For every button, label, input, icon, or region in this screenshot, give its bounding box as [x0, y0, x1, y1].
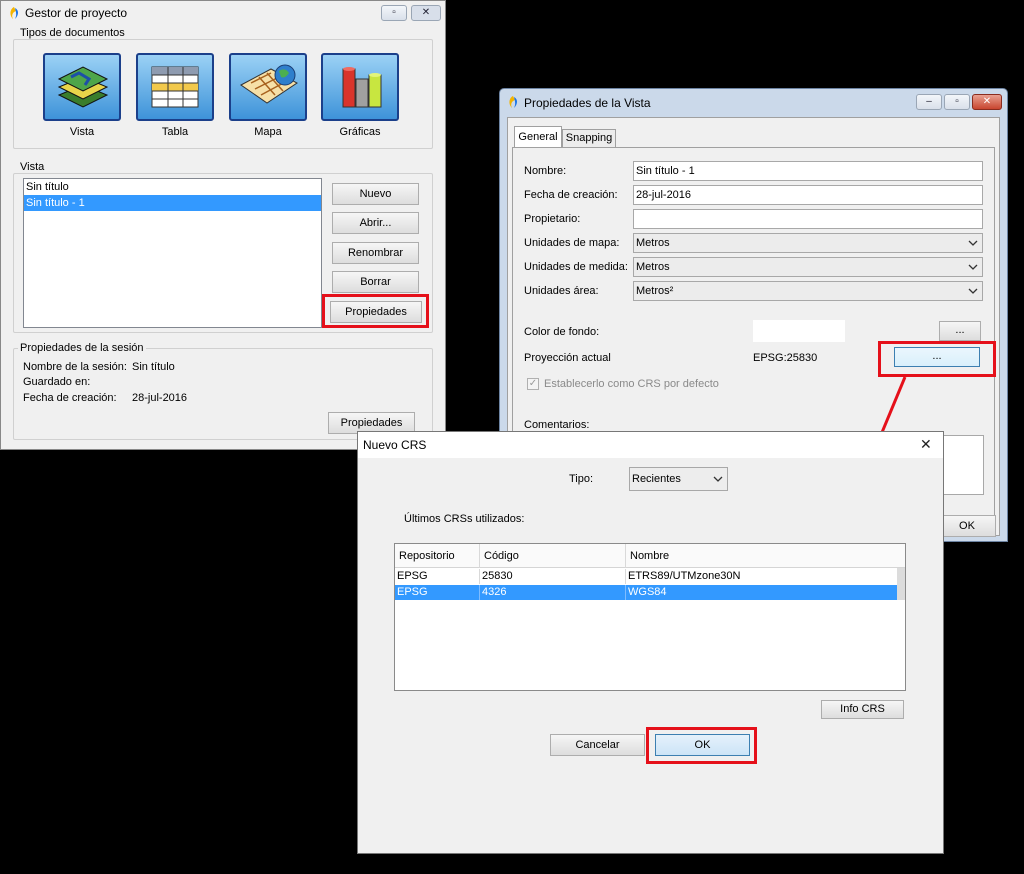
bg-color-label: Color de fondo: [524, 326, 600, 338]
date-label: Fecha de creación: [524, 189, 618, 201]
scrollbar[interactable] [897, 568, 905, 600]
default-crs-label: Establecerlo como CRS por defecto [544, 378, 719, 390]
nuevo-crs-title: Nuevo CRS [363, 438, 427, 452]
chevron-down-icon [713, 476, 723, 482]
graficas-icon[interactable] [321, 53, 399, 121]
list-item[interactable]: Sin título - 1 [24, 195, 321, 211]
tabla-icon[interactable] [136, 53, 214, 121]
tab-snapping[interactable]: Snapping [562, 129, 616, 148]
cell-codigo: 25830 [480, 569, 626, 584]
column-header-codigo[interactable]: Código [480, 544, 626, 568]
session-name-value: Sin título [132, 361, 175, 373]
area-units-value: Metros² [636, 285, 674, 297]
recent-crs-label: Últimos CRSs utilizados: [404, 513, 525, 525]
column-header-nombre[interactable]: Nombre [626, 544, 905, 568]
name-input[interactable]: Sin título - 1 [633, 161, 983, 181]
doc-type-label-vista: Vista [69, 126, 95, 138]
new-button[interactable]: Nuevo [332, 183, 419, 205]
map-units-label: Unidades de mapa: [524, 237, 620, 249]
map-units-value: Metros [636, 237, 670, 249]
table-header: Repositorio Código Nombre [395, 544, 905, 568]
tab-general[interactable]: General [514, 126, 562, 148]
session-name-label: Nombre de la sesión: [23, 361, 127, 373]
chevron-down-icon [968, 288, 978, 294]
table-row[interactable]: EPSG 4326 WGS84 [395, 585, 905, 600]
close-button[interactable]: ✕ [411, 5, 441, 21]
crs-table: Repositorio Código Nombre EPSG 25830 ETR… [394, 543, 906, 691]
delete-button[interactable]: Borrar [332, 271, 419, 293]
open-button[interactable]: Abrir... [332, 212, 419, 234]
map-units-select[interactable]: Metros [633, 233, 983, 253]
doc-type-label-tabla: Tabla [161, 126, 189, 138]
owner-input[interactable] [633, 209, 983, 229]
gestor-window: Gestor de proyecto ▫ ✕ Tipos de document… [0, 0, 446, 450]
nuevo-crs-window: Nuevo CRS ✕ Tipo: Recientes Últimos CRSs… [357, 431, 944, 854]
gvsig-logo-icon [10, 7, 18, 19]
maximize-button[interactable]: ▫ [944, 94, 970, 110]
measure-units-select[interactable]: Metros [633, 257, 983, 277]
projection-value: EPSG:25830 [753, 352, 818, 364]
tipo-value: Recientes [632, 473, 681, 485]
highlight-properties [322, 294, 429, 328]
vista-icon[interactable] [43, 53, 121, 121]
area-units-label: Unidades área: [524, 285, 599, 297]
chevron-down-icon [968, 264, 978, 270]
highlight-ok [646, 727, 757, 764]
minimize-button[interactable]: – [916, 94, 942, 110]
list-item[interactable]: Sin título [24, 179, 321, 195]
highlight-projection [878, 341, 996, 377]
rename-button[interactable]: Renombrar [332, 242, 419, 264]
session-label: Propiedades de la sesión [18, 342, 146, 354]
gestor-title: Gestor de proyecto [25, 6, 128, 20]
vista-props-titlebar[interactable]: Propiedades de la Vista – ▫ ✕ [500, 89, 1007, 115]
gestor-titlebar[interactable]: Gestor de proyecto ▫ ✕ [1, 1, 445, 25]
column-header-repositorio[interactable]: Repositorio [395, 544, 480, 568]
vista-props-title: Propiedades de la Vista [524, 96, 651, 110]
info-crs-button[interactable]: Info CRS [821, 700, 904, 719]
cell-codigo: 4326 [480, 585, 626, 600]
area-units-select[interactable]: Metros² [633, 281, 983, 301]
vista-label: Vista [18, 161, 47, 173]
cell-nombre: WGS84 [628, 586, 667, 598]
projection-label: Proyección actual [524, 352, 611, 364]
doc-type-label-graficas: Gráficas [339, 126, 381, 138]
name-label: Nombre: [524, 165, 567, 177]
close-icon[interactable]: ✕ [920, 436, 932, 453]
cell-nombre: ETRS89/UTMzone30N [628, 570, 741, 582]
default-crs-checkbox[interactable]: ✓ [527, 378, 539, 390]
bg-color-swatch [753, 320, 845, 342]
mapa-icon[interactable] [229, 53, 307, 121]
tipo-select[interactable]: Recientes [629, 467, 728, 491]
tipo-label: Tipo: [569, 473, 594, 485]
date-input[interactable]: 28-jul-2016 [633, 185, 983, 205]
cell-repositorio: EPSG [395, 585, 480, 600]
bg-color-button[interactable]: ... [939, 321, 981, 341]
close-button[interactable]: ✕ [972, 94, 1002, 110]
session-date-label: Fecha de creación: [23, 392, 117, 404]
doc-type-label-mapa: Mapa [254, 126, 282, 138]
ok-button[interactable]: OK [938, 515, 996, 537]
vista-list[interactable]: Sin título Sin título - 1 [23, 178, 322, 328]
doc-types-label: Tipos de documentos [18, 27, 127, 39]
measure-units-value: Metros [636, 261, 670, 273]
gvsig-logo-icon [509, 96, 517, 108]
table-row[interactable]: EPSG 25830 ETRS89/UTMzone30N [395, 569, 905, 584]
cell-repositorio: EPSG [395, 569, 480, 584]
restore-button[interactable]: ▫ [381, 5, 407, 21]
comments-label: Comentarios: [524, 419, 590, 431]
chevron-down-icon [968, 240, 978, 246]
session-date-value: 28-jul-2016 [132, 392, 188, 404]
session-saved-label: Guardado en: [23, 376, 91, 388]
owner-label: Propietario: [524, 213, 581, 225]
cancel-button[interactable]: Cancelar [550, 734, 645, 756]
nuevo-crs-titlebar[interactable]: Nuevo CRS ✕ [358, 432, 943, 458]
measure-units-label: Unidades de medida: [524, 261, 628, 273]
